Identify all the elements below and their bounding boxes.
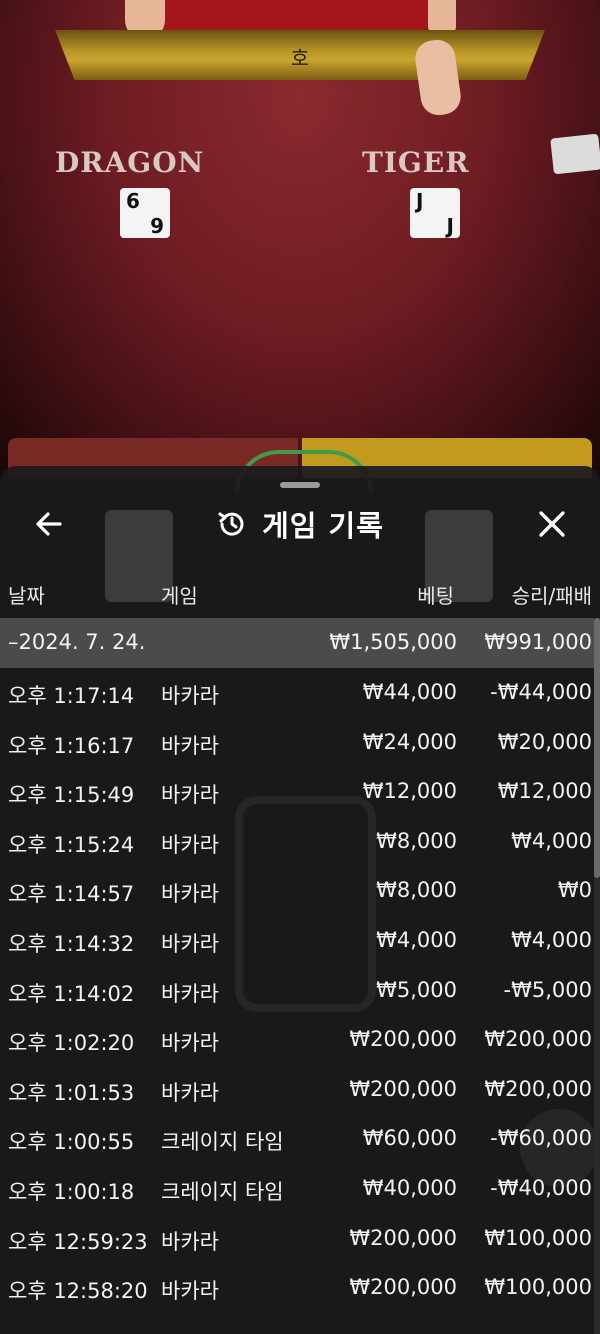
history-row[interactable]: 오후 1:15:49 바카라 ₩12,000 ₩12,000 — [0, 767, 594, 817]
row-result: -₩5,000 — [503, 977, 592, 1002]
row-game: 바카라 — [161, 733, 219, 758]
row-time: 오후 1:00:55 — [8, 1130, 135, 1155]
row-bet: ₩8,000 — [376, 828, 457, 853]
card-shoe — [550, 133, 600, 175]
sheet-header: 게임 기록 — [0, 504, 600, 544]
history-row[interactable]: 오후 12:58:20 바카라 ₩200,000 ₩100,000 — [0, 1263, 594, 1313]
row-time: 오후 12:58:20 — [8, 1279, 148, 1304]
game-history-sheet: 게임 기록 날짜 게임 베팅 승리/패배 –2024. 7. 24. ₩1,50… — [0, 466, 600, 1334]
row-result: ₩12,000 — [497, 779, 592, 804]
history-row[interactable]: 오후 1:16:17 바카라 ₩24,000 ₩20,000 — [0, 718, 594, 768]
dragon-label: DRAGON — [55, 146, 205, 179]
scrollbar[interactable] — [594, 618, 600, 1334]
row-time: 오후 12:59:23 — [8, 1229, 148, 1254]
card-rank: J — [416, 189, 424, 213]
row-bet: ₩8,000 — [376, 878, 457, 903]
row-time: 오후 1:02:20 — [8, 1031, 135, 1056]
sheet-title: 게임 기록 — [262, 509, 384, 543]
row-time: 오후 1:14:02 — [8, 981, 135, 1006]
close-icon — [539, 511, 565, 537]
row-game: 바카라 — [161, 832, 219, 857]
row-bet: ₩60,000 — [362, 1126, 457, 1151]
tiger-label: TIGER — [362, 146, 470, 179]
history-row[interactable]: 오후 1:01:53 바카라 ₩200,000 ₩200,000 — [0, 1065, 594, 1115]
row-game: 바카라 — [161, 1080, 219, 1105]
row-result: ₩200,000 — [484, 1076, 592, 1101]
history-row[interactable]: 오후 1:15:24 바카라 ₩8,000 ₩4,000 — [0, 817, 594, 867]
row-game: 바카라 — [161, 1279, 219, 1304]
card-rank: 9 — [150, 214, 164, 238]
row-bet: ₩200,000 — [349, 1076, 457, 1101]
row-result: ₩100,000 — [484, 1275, 592, 1300]
row-result: ₩0 — [557, 878, 592, 903]
day-bet-total: ₩1,505,000 — [329, 630, 457, 654]
history-icon — [218, 512, 244, 536]
history-row[interactable]: 오후 1:00:18 크레이지 타임 ₩40,000 -₩40,000 — [0, 1164, 594, 1214]
row-game: 바카라 — [161, 684, 219, 708]
row-bet: ₩40,000 — [362, 1176, 457, 1200]
row-game: 바카라 — [161, 1031, 219, 1056]
row-game: 크레이지 타임 — [161, 1180, 284, 1204]
row-bet: ₩5,000 — [376, 977, 457, 1002]
row-bet: ₩200,000 — [349, 1225, 457, 1250]
row-game: 바카라 — [161, 783, 219, 808]
row-time: 오후 1:16:17 — [8, 733, 135, 758]
history-row[interactable]: 오후 1:17:14 바카라 ₩44,000 -₩44,000 — [0, 668, 594, 718]
history-row[interactable]: 오후 1:02:20 바카라 ₩200,000 ₩200,000 — [0, 1015, 594, 1065]
row-time: 오후 1:00:18 — [8, 1180, 135, 1204]
column-header-game[interactable]: 게임 — [161, 580, 198, 609]
row-result: -₩44,000 — [490, 680, 592, 704]
row-result: ₩4,000 — [511, 828, 592, 853]
history-row[interactable]: 오후 12:59:23 바카라 ₩200,000 ₩100,000 — [0, 1214, 594, 1264]
row-time: 오후 1:15:24 — [8, 832, 135, 857]
drag-handle[interactable] — [280, 482, 320, 488]
day-date: –2024. 7. 24. — [8, 630, 146, 654]
day-result-total: ₩991,000 — [484, 630, 592, 654]
card-rank: 6 — [126, 189, 140, 213]
history-row[interactable]: 오후 1:00:55 크레이지 타임 ₩60,000 -₩60,000 — [0, 1114, 594, 1164]
row-time: 오후 1:17:14 — [8, 684, 135, 708]
card-rank: J — [446, 214, 454, 238]
row-game: 크레이지 타임 — [161, 1130, 284, 1155]
row-bet: ₩44,000 — [362, 680, 457, 704]
tiger-card: J J — [410, 188, 460, 238]
row-bet: ₩4,000 — [376, 928, 457, 952]
row-bet: ₩24,000 — [362, 729, 457, 754]
row-result: -₩60,000 — [490, 1126, 592, 1151]
scrollbar-thumb[interactable] — [594, 618, 600, 878]
row-time: 오후 1:14:57 — [8, 882, 135, 907]
row-result: ₩20,000 — [497, 729, 592, 754]
column-header-bet[interactable]: 베팅 — [417, 580, 454, 609]
row-bet: ₩200,000 — [349, 1027, 457, 1052]
row-result: ₩200,000 — [484, 1027, 592, 1052]
row-result: -₩40,000 — [490, 1176, 592, 1200]
row-game: 바카라 — [161, 882, 219, 907]
row-bet: ₩12,000 — [362, 779, 457, 804]
row-time: 오후 1:15:49 — [8, 783, 135, 808]
row-time: 오후 1:14:32 — [8, 932, 135, 956]
history-row[interactable]: 오후 1:14:32 바카라 ₩4,000 ₩4,000 — [0, 916, 594, 966]
dragon-card: 6 9 — [120, 188, 170, 238]
row-time: 오후 1:01:53 — [8, 1080, 135, 1105]
row-game: 바카라 — [161, 932, 219, 956]
result-banner-label: 호 — [290, 46, 310, 70]
history-row[interactable]: 오후 1:14:57 바카라 ₩8,000 ₩0 — [0, 866, 594, 916]
column-header-result[interactable]: 승리/패배 — [512, 580, 592, 609]
history-row[interactable]: 오후 1:14:02 바카라 ₩5,000 -₩5,000 — [0, 966, 594, 1016]
row-game: 바카라 — [161, 981, 219, 1006]
row-result: ₩4,000 — [511, 928, 592, 952]
row-game: 바카라 — [161, 1229, 219, 1254]
row-bet: ₩200,000 — [349, 1275, 457, 1300]
column-header-date[interactable]: 날짜 — [8, 580, 45, 609]
row-result: ₩100,000 — [484, 1225, 592, 1250]
day-summary-row[interactable]: –2024. 7. 24. ₩1,505,000 ₩991,000 — [0, 618, 594, 668]
close-button[interactable] — [532, 504, 572, 544]
game-table-background: 호 DRAGON TIGER 6 9 J J — [0, 0, 600, 470]
